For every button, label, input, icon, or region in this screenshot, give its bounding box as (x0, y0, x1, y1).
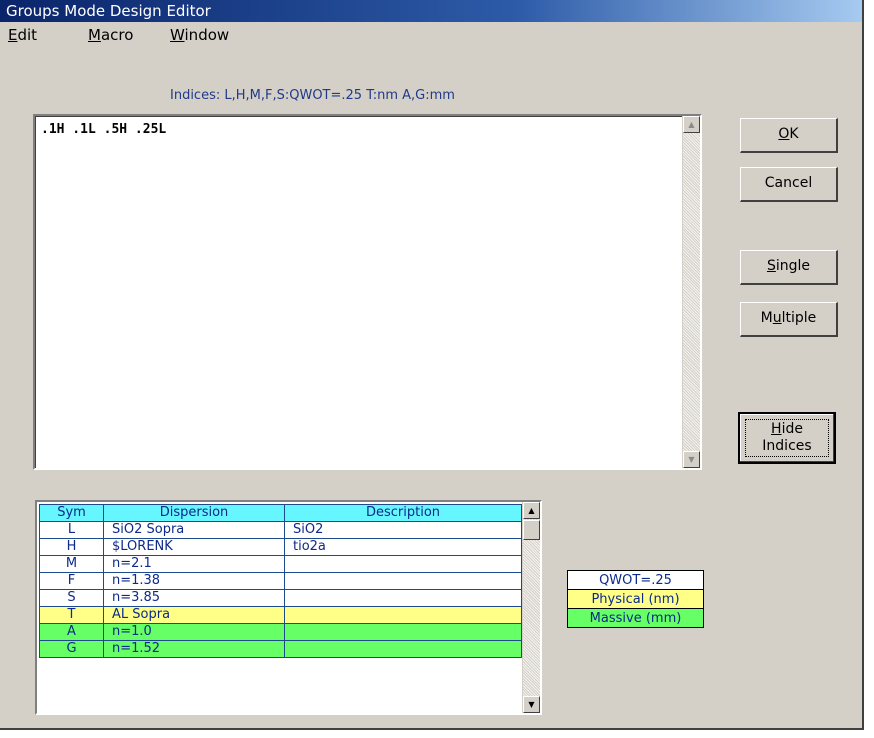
cell-description[interactable] (284, 623, 522, 641)
table-row-f[interactable]: Fn=1.38 (39, 572, 522, 590)
menu-edit-label: dit (17, 26, 38, 44)
design-editor-window: Groups Mode Design Editor Edit Macro Win… (0, 0, 864, 730)
cancel-button[interactable]: Cancel (740, 167, 838, 202)
cell-sym[interactable]: F (39, 572, 104, 590)
multiple-label-pre: M (760, 310, 773, 326)
cell-dispersion[interactable]: n=1.38 (103, 572, 285, 590)
menu-window-label: indow (184, 26, 230, 44)
menu-macro-label: acro (100, 26, 134, 44)
menu-edit[interactable]: Edit (8, 22, 37, 48)
window-title: Groups Mode Design Editor (6, 2, 211, 20)
cell-description[interactable]: SiO2 (284, 521, 522, 539)
cell-dispersion[interactable]: n=2.1 (103, 555, 285, 573)
menu-window[interactable]: Window (170, 22, 229, 48)
ok-button[interactable]: OK (740, 118, 838, 153)
materials-table: Sym Dispersion Description L SiO2 Sopra Si… (39, 504, 522, 658)
cell-dispersion[interactable]: n=1.52 (103, 640, 285, 658)
editor-scroll-down-icon[interactable]: ▼ (683, 451, 700, 468)
table-header-row: Sym Dispersion Description (39, 504, 522, 522)
menu-macro[interactable]: Macro (88, 22, 133, 48)
grid-scroll-thumb[interactable] (523, 520, 540, 540)
menu-macro-mnemonic: M (88, 26, 101, 44)
cell-description[interactable] (284, 640, 522, 658)
cell-dispersion[interactable]: $LORENK (103, 538, 285, 556)
cell-sym[interactable]: A (39, 623, 104, 641)
title-bar[interactable]: Groups Mode Design Editor (0, 0, 862, 22)
materials-grid[interactable]: Sym Dispersion Description L SiO2 Sopra Si… (35, 500, 542, 715)
column-header-description[interactable]: Description (284, 504, 522, 522)
focus-rectangle (745, 419, 829, 457)
indices-label: Indices: L,H,M,F,S:QWOT=.25 T:nm A,G:mm (170, 88, 455, 103)
cell-description[interactable] (284, 572, 522, 590)
multiple-mnemonic: u (772, 310, 782, 326)
column-header-sym[interactable]: Sym (39, 504, 104, 522)
cell-dispersion[interactable]: n=1.0 (103, 623, 285, 641)
legend-physical: Physical (nm) (567, 589, 704, 609)
grid-scroll-up-icon[interactable]: ▲ (523, 502, 540, 519)
column-header-dispersion[interactable]: Dispersion (103, 504, 285, 522)
ok-mnemonic: O (778, 126, 790, 142)
menu-window-mnemonic: W (170, 26, 185, 44)
cell-sym[interactable]: H (39, 538, 104, 556)
single-button[interactable]: Single (740, 250, 838, 285)
table-row-t[interactable]: T AL Sopra (39, 606, 522, 624)
multiple-label: ltiple (781, 310, 817, 326)
table-row-s[interactable]: Sn=3.85 (39, 589, 522, 607)
cell-dispersion[interactable]: AL Sopra (103, 606, 285, 624)
table-row-g[interactable]: Gn=1.52 (39, 640, 522, 658)
cell-sym[interactable]: G (39, 640, 104, 658)
single-label: ingle (775, 258, 811, 274)
hide-indices-button[interactable]: Hide Indices (738, 412, 836, 464)
legend-massive: Massive (mm) (567, 608, 704, 628)
design-text-editor[interactable]: .1H .1L .5H .25L ▲ ▼ (33, 114, 702, 470)
design-text[interactable]: .1H .1L .5H .25L (41, 122, 166, 137)
table-row-h[interactable]: H $LORENK tio2a (39, 538, 522, 556)
cell-description[interactable] (284, 606, 522, 624)
editor-scroll-up-icon[interactable]: ▲ (683, 116, 700, 133)
table-row-l[interactable]: L SiO2 Sopra SiO2 (39, 521, 522, 539)
cell-dispersion[interactable]: n=3.85 (103, 589, 285, 607)
editor-vertical-scrollbar[interactable]: ▲ ▼ (682, 116, 700, 468)
cell-sym[interactable]: T (39, 606, 104, 624)
grid-vertical-scrollbar[interactable]: ▲ ▼ (522, 502, 540, 713)
cell-sym[interactable]: M (39, 555, 104, 573)
cell-dispersion[interactable]: SiO2 Sopra (103, 521, 285, 539)
legend-box: QWOT=.25 Physical (nm) Massive (mm) (567, 570, 704, 628)
table-row-m[interactable]: Mn=2.1 (39, 555, 522, 573)
cell-sym[interactable]: S (39, 589, 104, 607)
cell-description[interactable] (284, 589, 522, 607)
table-row-a[interactable]: An=1.0 (39, 623, 522, 641)
grid-scroll-down-icon[interactable]: ▼ (523, 696, 540, 713)
menu-bar: Edit Macro Window (0, 22, 862, 50)
cell-description[interactable] (284, 555, 522, 573)
single-mnemonic: S (766, 258, 776, 274)
ok-label: K (789, 126, 799, 142)
cancel-label: Cancel (764, 175, 813, 191)
cell-description[interactable]: tio2a (284, 538, 522, 556)
legend-qwot: QWOT=.25 (567, 570, 704, 590)
cell-sym[interactable]: L (39, 521, 104, 539)
multiple-button[interactable]: Multiple (740, 302, 838, 337)
